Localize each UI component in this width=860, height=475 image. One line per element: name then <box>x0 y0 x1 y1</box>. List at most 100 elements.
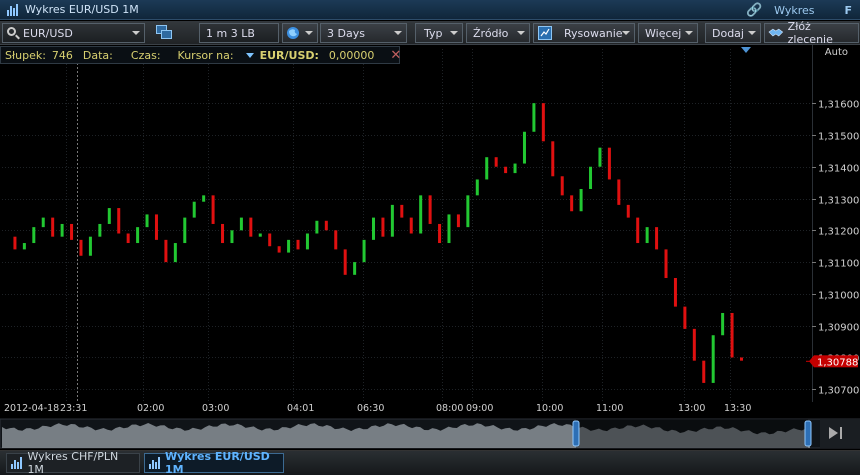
down-bar <box>570 195 574 212</box>
up-bar <box>522 131 526 164</box>
navigator-right-handle <box>804 420 812 447</box>
bar-label: Słupek: <box>5 48 46 62</box>
x-tick-label: 10:00 <box>536 403 563 414</box>
up-bar <box>98 223 102 237</box>
chevron-down-icon <box>132 31 140 35</box>
add-button[interactable]: Dodaj <box>705 23 761 43</box>
up-bar <box>711 335 715 383</box>
y-tick-label: 1,31000 <box>818 291 859 302</box>
down-bar <box>154 214 158 240</box>
down-bar <box>683 306 687 329</box>
up-bar <box>353 262 357 275</box>
up-bar <box>41 217 45 228</box>
up-bar <box>598 147 602 167</box>
y-tick-label: 1,30900 <box>818 323 859 334</box>
up-bar <box>287 239 291 253</box>
down-bar <box>636 217 640 244</box>
x-tick-label: 06:30 <box>357 403 384 414</box>
down-bar <box>334 230 338 250</box>
range-select[interactable]: 3 Days <box>320 23 407 43</box>
down-bar <box>51 217 55 237</box>
window-title: Wykres EUR/USD 1M <box>25 3 139 16</box>
cursor-label: Kursor na: <box>177 48 234 62</box>
down-bar <box>324 220 328 231</box>
y-tick-label: 1,31200 <box>818 227 859 238</box>
down-bar <box>438 223 442 244</box>
down-bar <box>541 103 545 142</box>
interval-field[interactable]: 1 m 3 LB <box>199 23 279 43</box>
down-bar <box>504 166 508 174</box>
down-bar <box>655 227 659 250</box>
chevron-down-icon <box>394 31 402 35</box>
drawing-button[interactable]: Rysowanie <box>533 23 635 43</box>
up-bar <box>390 204 394 237</box>
up-bar <box>22 243 26 250</box>
hotkey-f-button[interactable]: F <box>844 4 852 17</box>
close-icon[interactable]: ✕ <box>390 48 401 63</box>
down-bar <box>428 195 432 224</box>
window-cascade-icon[interactable] <box>156 25 174 41</box>
chevron-down-icon <box>305 31 313 35</box>
down-bar <box>494 157 498 167</box>
up-bar <box>315 220 319 234</box>
source-button[interactable]: Źródło <box>466 23 530 43</box>
down-bar <box>607 147 611 180</box>
symbol-value: EUR/USD <box>23 26 73 40</box>
tab-chf-pln[interactable]: Wykres CHF/PLN 1M <box>6 450 140 475</box>
price-chart[interactable]: 1,31600 1,31500 1,31400 1,31300 1,31200 1,311… <box>0 45 860 457</box>
chart-menu-link[interactable]: Wykres <box>774 4 814 17</box>
axis-auto-label[interactable]: Auto <box>825 47 848 58</box>
up-bar <box>589 166 593 189</box>
globe-icon <box>287 27 299 39</box>
down-bar <box>551 141 555 177</box>
drawing-tool-icon <box>538 26 552 40</box>
x-tick-label: 02:00 <box>137 403 164 414</box>
up-bar <box>183 217 187 244</box>
down-bar <box>70 223 74 240</box>
cursor-info-bar: Słupek: 746 Data: Czas: Kursor na: EUR/U… <box>0 46 401 64</box>
window-titlebar: Wykres EUR/USD 1M 🔗 Wykres F <box>0 0 860 20</box>
link-icon[interactable]: 🔗 <box>746 3 762 18</box>
scroll-marker-icon[interactable] <box>741 47 751 53</box>
up-bar <box>362 239 366 263</box>
down-bar <box>126 233 130 244</box>
x-tick-label: 04:01 <box>287 403 314 414</box>
interval-value: 1 m 3 LB <box>206 26 255 40</box>
up-bar <box>485 157 489 180</box>
up-bar <box>579 188 583 212</box>
symbol-search-input[interactable]: EUR/USD <box>2 23 145 43</box>
source-label: Źródło <box>473 26 509 40</box>
up-bar <box>230 230 234 244</box>
x-tick-label: 11:00 <box>596 403 623 414</box>
range-value: 3 Days <box>327 26 365 40</box>
up-bar <box>239 217 243 231</box>
y-tick-label: 1,31300 <box>818 196 859 207</box>
down-bar <box>692 328 696 361</box>
x-tick-label: 2012-04-18 <box>4 403 59 414</box>
down-bar <box>626 204 630 218</box>
type-label: Typ <box>424 26 443 40</box>
date-label: Data: <box>82 48 113 62</box>
search-icon <box>7 27 16 36</box>
chevron-down-icon <box>517 31 525 35</box>
last-price-label: 1,30788 <box>817 357 858 368</box>
y-tick-label: 1,31100 <box>818 259 859 270</box>
tab-eur-usd[interactable]: Wykres EUR/USD 1M <box>144 450 284 475</box>
down-bar <box>730 312 734 358</box>
down-bar <box>617 179 621 205</box>
globe-dropdown[interactable] <box>282 23 318 43</box>
chart-type-button[interactable]: Typ <box>415 23 463 43</box>
place-order-button[interactable]: Złóż zlecenie <box>764 20 859 46</box>
down-bar <box>79 239 83 256</box>
more-button[interactable]: Więcej <box>638 23 698 43</box>
collapse-arrow-icon[interactable] <box>245 52 254 58</box>
x-tick-label: 08:00 <box>436 403 463 414</box>
up-bar <box>721 312 725 336</box>
chart-tab-icon <box>149 457 160 469</box>
chart-tabs-bar: Wykres CHF/PLN 1M Wykres EUR/USD 1M <box>0 450 860 475</box>
up-bar <box>107 208 111 224</box>
down-bar <box>117 208 121 234</box>
chart-tab-icon <box>11 457 22 469</box>
instrument-value: 0,00000 <box>328 48 375 62</box>
chart-canvas[interactable]: 1,31600 1,31500 1,31400 1,31300 1,31200 1,311… <box>0 45 860 457</box>
